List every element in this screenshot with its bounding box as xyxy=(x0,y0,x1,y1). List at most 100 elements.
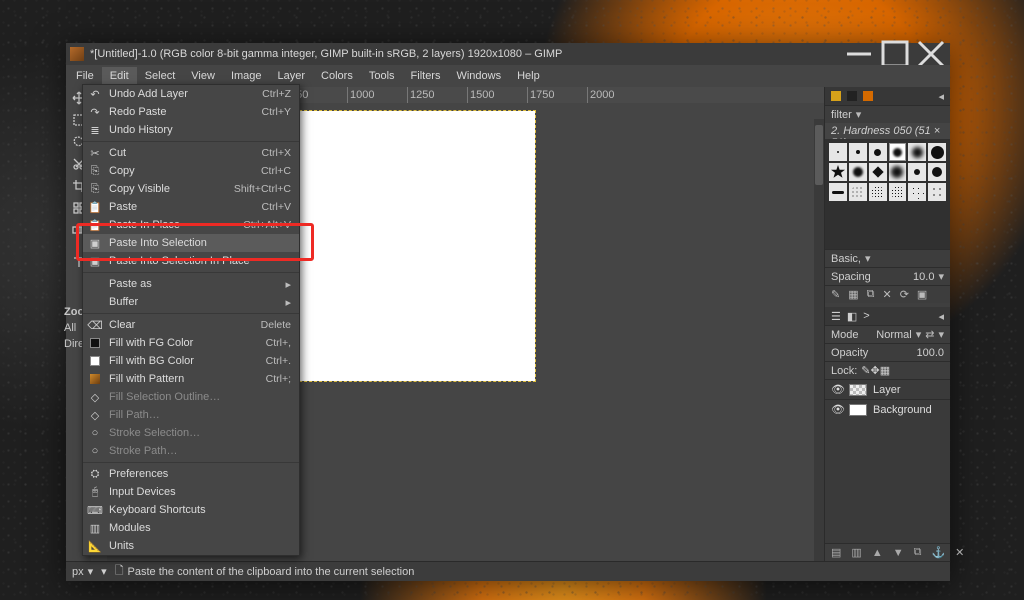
lock-pixels-icon[interactable]: ✎ xyxy=(861,364,870,377)
menu-filters[interactable]: Filters xyxy=(403,67,449,85)
menu-item-paste-as[interactable]: Paste as▸ xyxy=(83,275,299,293)
brush-thumb[interactable] xyxy=(928,183,946,201)
menu-item-units[interactable]: 📐Units xyxy=(83,537,299,555)
menu-windows[interactable]: Windows xyxy=(448,67,509,85)
brush-thumb[interactable] xyxy=(869,183,887,201)
fonts-tab-icon[interactable] xyxy=(863,91,873,101)
brush-thumb[interactable] xyxy=(829,143,847,161)
brush-thumb[interactable] xyxy=(889,183,907,201)
patterns-tab-icon[interactable] xyxy=(847,91,857,101)
scrollbar-thumb[interactable] xyxy=(815,125,823,185)
dock-menu-icon[interactable]: ◂ xyxy=(938,90,944,103)
layers-actions[interactable]: ▤ ▥ ▲ ▼ ⧉ ⚓ ✕ xyxy=(825,543,950,561)
menu-item-fill-with-pattern[interactable]: Fill with PatternCtrl+; xyxy=(83,370,299,388)
visibility-eye-icon[interactable]: 👁 xyxy=(831,383,843,396)
unit-selector[interactable]: px▾ xyxy=(72,565,93,578)
brush-preset[interactable]: Basic, ▾ xyxy=(825,249,950,267)
menu-item-modules[interactable]: ▥Modules xyxy=(83,519,299,537)
zoom-selector[interactable]: ▾ xyxy=(101,565,107,578)
menu-colors[interactable]: Colors xyxy=(313,67,361,85)
duplicate-layer-icon[interactable]: ⧉ xyxy=(914,546,922,559)
brush-thumb[interactable] xyxy=(889,143,907,161)
layer-row[interactable]: 👁 Layer xyxy=(825,379,950,399)
menu-item-paste-in-place[interactable]: 📋Paste In PlaceCtrl+Alt+V xyxy=(83,216,299,234)
brushes-tab-icon[interactable] xyxy=(831,91,841,101)
brush-thumb[interactable] xyxy=(869,143,887,161)
menu-item-preferences[interactable]: ⛭Preferences xyxy=(83,465,299,483)
menu-view[interactable]: View xyxy=(183,67,223,85)
lower-layer-icon[interactable]: ▼ xyxy=(893,547,904,559)
duplicate-brush-icon[interactable]: ⧉ xyxy=(867,288,875,301)
menu-edit[interactable]: Edit xyxy=(102,67,137,85)
maximize-button[interactable] xyxy=(880,45,910,63)
menu-item-copy-visible[interactable]: ⎘Copy VisibleShift+Ctrl+C xyxy=(83,180,299,198)
titlebar[interactable]: *[Untitled]-1.0 (RGB color 8-bit gamma i… xyxy=(66,43,950,65)
menu-help[interactable]: Help xyxy=(509,67,548,85)
menu-item-input-devices[interactable]: 🖰Input Devices xyxy=(83,483,299,501)
brush-thumb[interactable] xyxy=(869,163,887,181)
menu-item-copy[interactable]: ⎘CopyCtrl+C xyxy=(83,162,299,180)
brush-thumb[interactable] xyxy=(928,163,946,181)
delete-layer-icon[interactable]: ✕ xyxy=(955,546,964,559)
layers-list[interactable]: 👁 Layer 👁 Background xyxy=(825,379,950,543)
menu-item-fill-with-fg-color[interactable]: Fill with FG ColorCtrl+, xyxy=(83,334,299,352)
menu-item-clear[interactable]: ⌫ClearDelete xyxy=(83,316,299,334)
new-brush-icon[interactable]: ▦ xyxy=(848,288,858,301)
menu-item-undo-history[interactable]: ≣Undo History xyxy=(83,121,299,139)
paths-tab-icon[interactable]: > xyxy=(863,310,869,322)
dock-tabs[interactable]: ◂ xyxy=(825,87,950,105)
layer-name[interactable]: Layer xyxy=(873,384,901,396)
brush-thumb[interactable] xyxy=(829,183,847,201)
refresh-brush-icon[interactable]: ⟳ xyxy=(900,288,909,301)
menu-item-paste-into-selection[interactable]: ▣Paste Into Selection xyxy=(83,234,299,252)
open-as-image-icon[interactable]: ▣ xyxy=(917,288,927,301)
minimize-button[interactable] xyxy=(844,45,874,63)
stepper-icon[interactable]: ▾ xyxy=(938,270,944,283)
menu-item-cut[interactable]: ✂CutCtrl+X xyxy=(83,144,299,162)
scrollbar-vertical[interactable] xyxy=(814,119,824,561)
lock-alpha-icon[interactable]: ▦ xyxy=(880,364,890,377)
brush-thumb[interactable] xyxy=(908,183,926,201)
menu-item-paste[interactable]: 📋PasteCtrl+V xyxy=(83,198,299,216)
menu-tools[interactable]: Tools xyxy=(361,67,403,85)
brush-thumb[interactable] xyxy=(849,143,867,161)
channels-tab-icon[interactable]: ◧ xyxy=(847,310,857,323)
menu-item-fill-with-bg-color[interactable]: Fill with BG ColorCtrl+. xyxy=(83,352,299,370)
menu-item-buffer[interactable]: Buffer▸ xyxy=(83,293,299,311)
dock-menu-icon[interactable]: ◂ xyxy=(938,310,944,323)
visibility-eye-icon[interactable]: 👁 xyxy=(831,403,843,416)
delete-brush-icon[interactable]: ✕ xyxy=(882,288,891,301)
raise-layer-icon[interactable]: ▲ xyxy=(872,547,883,559)
brush-thumb[interactable] xyxy=(908,143,926,161)
layers-dock-tabs[interactable]: ☰ ◧ > ◂ xyxy=(825,307,950,325)
edit-brush-icon[interactable]: ✎ xyxy=(831,288,840,301)
layer-mode[interactable]: Mode Normal ▾ ⇄ ▾ xyxy=(825,325,950,343)
menu-item-redo-paste[interactable]: ↷Redo PasteCtrl+Y xyxy=(83,103,299,121)
brush-thumb[interactable] xyxy=(908,163,926,181)
edit-menu-dropdown[interactable]: ↶Undo Add LayerCtrl+Z↷Redo PasteCtrl+Y≣U… xyxy=(82,84,300,556)
menu-item-paste-into-selection-in-place[interactable]: ▣Paste Into Selection In Place xyxy=(83,252,299,270)
brush-thumb[interactable] xyxy=(928,143,946,161)
lock-position-icon[interactable]: ✥ xyxy=(871,364,880,377)
layer-group-icon[interactable]: ▥ xyxy=(851,546,861,559)
menu-select[interactable]: Select xyxy=(137,67,184,85)
switch-icon[interactable]: ⇄ xyxy=(925,328,934,341)
layer-opacity[interactable]: Opacity 100.0 xyxy=(825,343,950,361)
menu-image[interactable]: Image xyxy=(223,67,270,85)
brush-actions[interactable]: ✎ ▦ ⧉ ✕ ⟳ ▣ xyxy=(825,285,950,303)
menu-item-keyboard-shortcuts[interactable]: ⌨Keyboard Shortcuts xyxy=(83,501,299,519)
brush-thumb[interactable] xyxy=(849,163,867,181)
brush-spacing[interactable]: Spacing 10.0 ▾ xyxy=(825,267,950,285)
layer-lock[interactable]: Lock: ✎ ✥ ▦ xyxy=(825,361,950,379)
brush-filter[interactable]: filter ▾ xyxy=(825,105,950,123)
new-layer-icon[interactable]: ▤ xyxy=(831,546,841,559)
layers-tab-icon[interactable]: ☰ xyxy=(831,310,841,323)
anchor-layer-icon[interactable]: ⚓ xyxy=(931,546,945,559)
layer-row[interactable]: 👁 Background xyxy=(825,399,950,419)
layer-name[interactable]: Background xyxy=(873,404,932,416)
brush-thumb[interactable] xyxy=(829,163,847,181)
close-button[interactable] xyxy=(916,45,946,63)
menu-layer[interactable]: Layer xyxy=(270,67,314,85)
brush-thumb[interactable] xyxy=(849,183,867,201)
brush-thumb[interactable] xyxy=(889,163,907,181)
